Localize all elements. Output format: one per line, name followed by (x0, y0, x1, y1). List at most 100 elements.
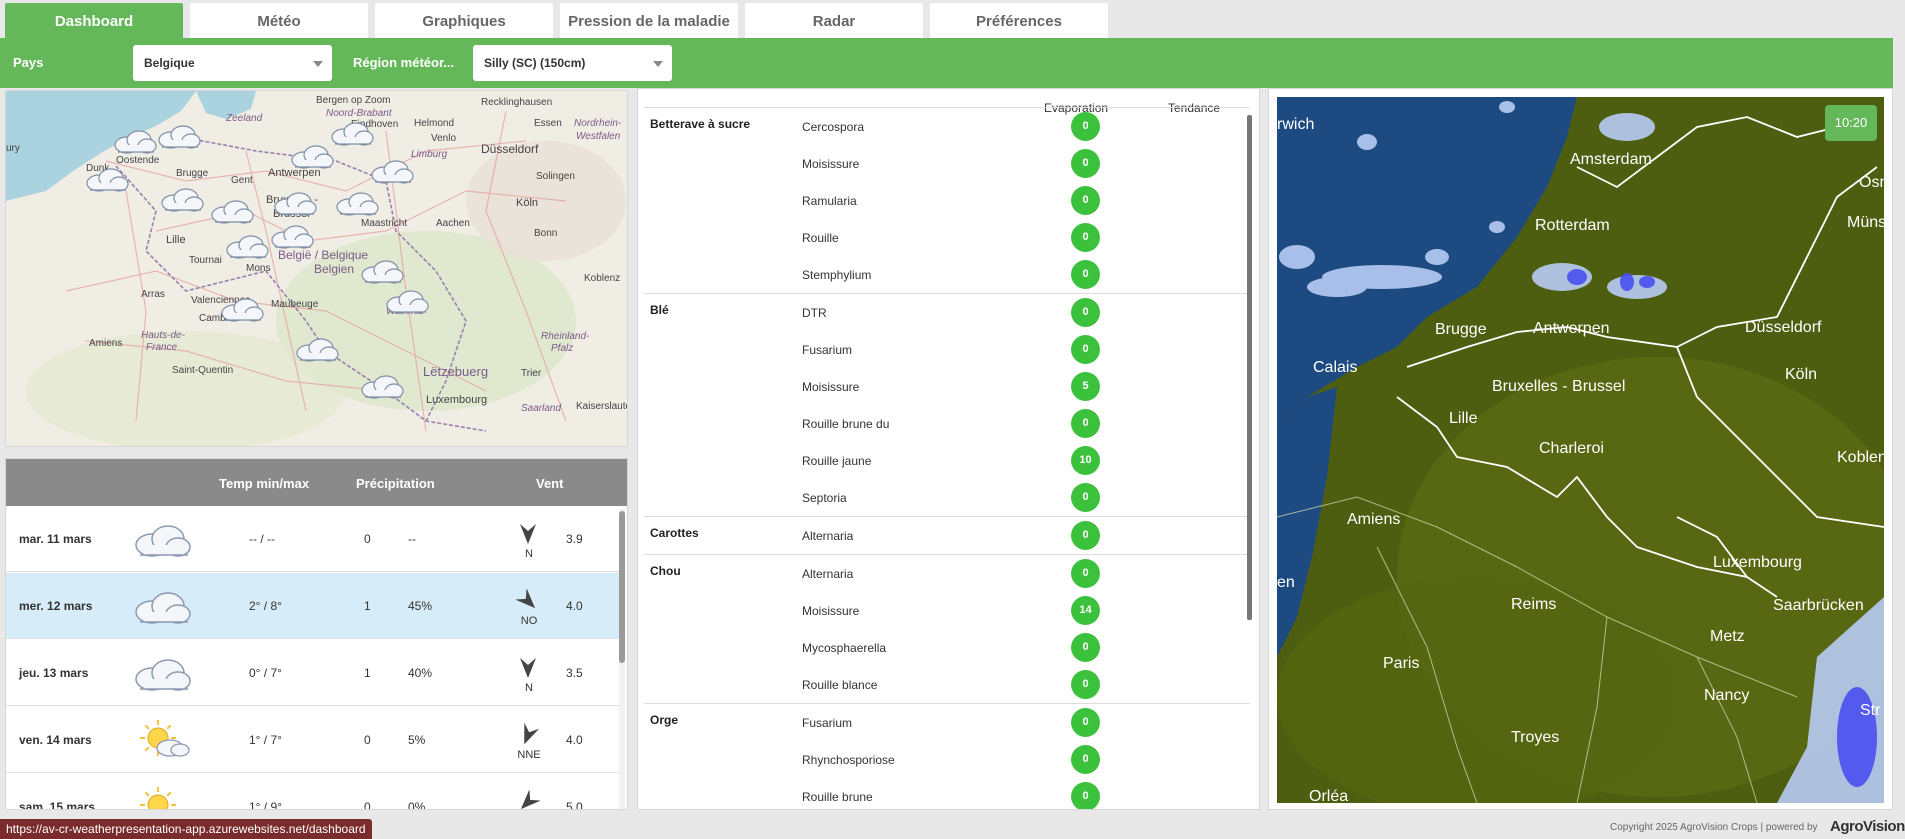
tab-radar[interactable]: Radar (745, 3, 923, 38)
forecast-row[interactable]: ven. 14 mars 1° / 7° 0 5% NNE 4.0 (6, 707, 621, 773)
disease-row[interactable]: Alternaria 0 (644, 555, 1244, 592)
forecast-header-wind: Vent (536, 476, 564, 491)
forecast-day: sam. 15 mars (19, 800, 96, 810)
disease-name: Fusarium (802, 343, 853, 357)
radar-label: Luxembourg (1713, 554, 1802, 571)
disease-score-badge: 0 (1071, 335, 1100, 364)
disease-row[interactable]: Alternaria 0 (644, 517, 1244, 554)
region-label: Région météor... (353, 55, 455, 70)
map-label: ury (6, 143, 20, 154)
disease-score-badge: 0 (1071, 149, 1100, 178)
disease-row[interactable]: Rouille 0 (644, 219, 1244, 256)
disease-row[interactable]: Stemphylium 0 (644, 256, 1244, 293)
radar-map-canvas[interactable]: Amsterdam Rotterdam Brugge Antwerpen Düs… (1277, 97, 1884, 803)
forecast-precip: 0 (364, 532, 371, 546)
disease-name: Rouille blance (802, 678, 878, 692)
country-label: Pays (13, 55, 44, 70)
radar-label: Antwerpen (1533, 320, 1610, 337)
disease-row[interactable]: Ramularia 0 (644, 182, 1244, 219)
radar-label: Osn (1859, 174, 1884, 191)
forecast-temp: 1° / 7° (249, 733, 282, 747)
disease-row[interactable]: Mycosphaerella 0 (644, 629, 1244, 666)
wind-speed: 4.0 (566, 599, 583, 613)
disease-row[interactable]: Fusarium 0 (644, 331, 1244, 368)
disease-row[interactable]: Rouille brune 0 (644, 778, 1244, 809)
disease-row[interactable]: Moisissure 5 (644, 368, 1244, 405)
station-map[interactable]: Oostende Brugge Gent Antwerpen Bruxelles… (5, 90, 628, 447)
tab-preferences[interactable]: Préférences (930, 3, 1108, 38)
disease-score-badge: 0 (1071, 521, 1100, 550)
forecast-row[interactable]: sam. 15 mars1° / 9°00%NE5.0 (6, 774, 621, 810)
forecast-probability: 40% (408, 666, 433, 680)
forecast-panel: Temp min/max Précipitation Vent mar. 11 … (5, 458, 628, 810)
disease-name: Stemphylium (802, 268, 872, 282)
radar-map[interactable]: Amsterdam Rotterdam Brugge Antwerpen Düs… (1277, 97, 1884, 803)
cloud-icon (130, 653, 194, 696)
map-label: Saarland (521, 403, 561, 414)
partly-sunny-icon (130, 720, 194, 763)
map-label: Essen (534, 118, 562, 129)
disease-row[interactable]: Rhynchosporiose 0 (644, 741, 1244, 778)
tab-dashboard[interactable]: Dashboard (5, 3, 183, 38)
disease-row[interactable]: Rouille blance 0 (644, 666, 1244, 703)
country-select[interactable]: Belgique (133, 45, 332, 81)
map-label: Düsseldorf (481, 142, 539, 156)
disease-name: Septoria (802, 491, 847, 505)
wind-direction: NO (520, 615, 538, 627)
crop-group: Chou Alternaria 0 Moisissure 14 Mycosphaerell… (644, 554, 1250, 704)
wind-arrow-icon (516, 522, 540, 549)
disease-scrollbar[interactable] (1247, 115, 1252, 620)
radar-label: en (1277, 574, 1295, 591)
disease-row[interactable]: Septoria 0 (644, 479, 1244, 516)
disease-row[interactable]: Rouille brune du 0 (644, 405, 1244, 442)
disease-name: Moisissure (802, 157, 860, 171)
disease-score-badge: 0 (1071, 782, 1100, 809)
tab-graphiques[interactable]: Graphiques (375, 3, 553, 38)
forecast-temp: -- / -- (249, 532, 275, 546)
disease-row[interactable]: Rouille jaune 10 (644, 442, 1244, 479)
disease-score-badge: 0 (1071, 223, 1100, 252)
radar-label: Str (1860, 702, 1881, 719)
region-select[interactable]: Silly (SC) (150cm) (473, 45, 672, 81)
disease-row[interactable]: Fusarium 0 (644, 704, 1244, 741)
disease-name: Moisissure (802, 380, 860, 394)
forecast-scrollbar-thumb[interactable] (619, 511, 625, 663)
forecast-day: mer. 12 mars (19, 599, 93, 613)
radar-label: Düsseldorf (1745, 319, 1822, 336)
wind-arrow-icon (516, 789, 541, 809)
forecast-row[interactable]: mar. 11 mars -- / -- 0 -- N 3.9 (6, 506, 621, 572)
country-select-value: Belgique (144, 56, 195, 70)
disease-name: Alternaria (802, 567, 854, 581)
station-map-canvas[interactable]: Oostende Brugge Gent Antwerpen Bruxelles… (6, 91, 628, 447)
wind-arrow-icon (516, 656, 540, 683)
map-label: Zeeland (225, 113, 263, 124)
disease-name: Rouille brune du (802, 417, 890, 431)
brand-logo: AgroVision (1830, 818, 1905, 835)
disease-name: Mycosphaerella (802, 641, 887, 655)
forecast-day: ven. 14 mars (19, 733, 92, 747)
radar-label: Brugge (1435, 321, 1487, 338)
forecast-probability: 0% (408, 800, 426, 810)
wind-speed: 4.0 (566, 733, 583, 747)
tab-disease-pressure[interactable]: Pression de la maladie (560, 3, 738, 38)
disease-score-badge: 0 (1071, 633, 1100, 662)
forecast-row[interactable]: mer. 12 mars 2° / 8° 1 45% NO 4.0 (6, 573, 621, 639)
forecast-row[interactable]: jeu. 13 mars 0° / 7° 1 40% N 3.5 (6, 640, 621, 706)
disease-row[interactable]: Moisissure 14 (644, 592, 1244, 629)
disease-row[interactable]: Moisissure 0 (644, 145, 1244, 182)
map-label: Köln (516, 197, 538, 209)
disease-score-badge: 0 (1071, 298, 1100, 327)
forecast-precip: 1 (364, 666, 371, 680)
disease-row[interactable]: DTR 0 (644, 294, 1244, 331)
disease-row[interactable]: Cercospora 0 (644, 108, 1244, 145)
copyright-text: Copyright 2025 AgroVision Crops | powere… (1610, 822, 1818, 833)
radar-label: Orléa (1309, 788, 1348, 803)
tab-meteo[interactable]: Météo (190, 3, 368, 38)
disease-name: Cercospora (802, 120, 865, 134)
sun-icon (130, 787, 194, 809)
radar-label: Amiens (1347, 511, 1400, 528)
map-label: Lille (166, 234, 186, 246)
radar-time-badge: 10:20 (1825, 105, 1877, 141)
radar-label: Münste (1847, 214, 1884, 231)
chevron-down-icon (313, 61, 323, 67)
